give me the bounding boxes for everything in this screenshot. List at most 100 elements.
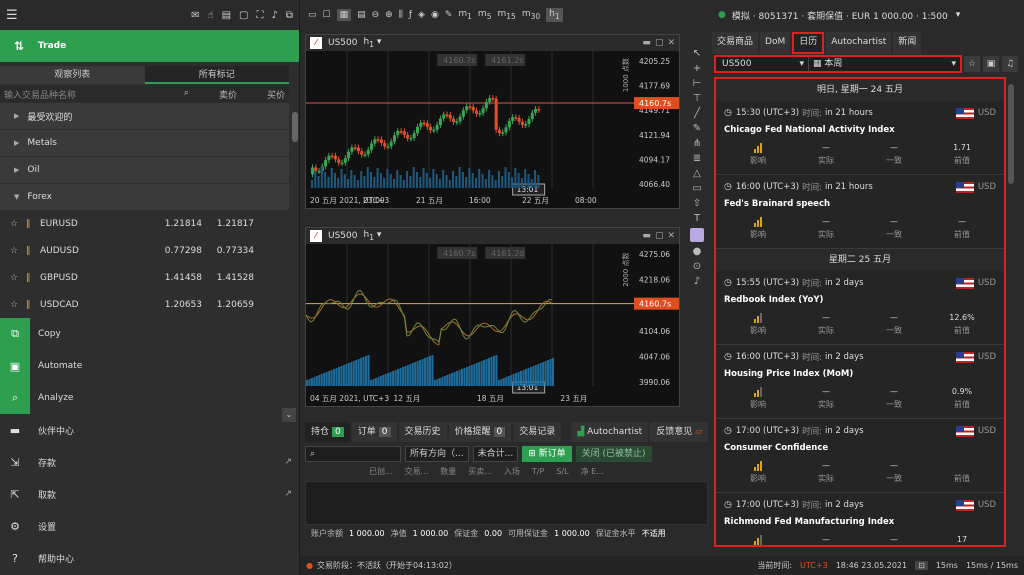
fib-icon[interactable]: ≣: [693, 153, 701, 164]
pitchfork-icon[interactable]: ⋔: [693, 138, 701, 149]
autochartist-button[interactable]: ▟ Autochartist: [571, 422, 649, 442]
chart-window-1[interactable]: ⁄ US500 h1 ▾ ▬ ▢ ✕ 4205.25 4177.69 4149.71 41…: [305, 34, 680, 209]
bell-icon[interactable]: ♪: [694, 276, 700, 287]
tab-news[interactable]: 新闻: [893, 32, 922, 54]
rectangle-icon[interactable]: ▭: [692, 183, 701, 194]
account-info[interactable]: 模拟 · 8051371 · 套期保值 · EUR 1 000.00 · 1:5…: [732, 9, 948, 22]
close-all-button[interactable]: 关闭 (已被禁止): [575, 446, 652, 462]
mail-icon[interactable]: ✉: [191, 10, 199, 21]
symbol-search-input[interactable]: 输入交易品种名称: [4, 88, 76, 101]
nav-item[interactable]: ▬ 伙伴中心: [0, 414, 300, 446]
bag-icon[interactable]: ▤: [222, 10, 231, 21]
price-chart-2[interactable]: 4275.064218.064161.064104.064047.063990.…: [306, 244, 679, 406]
tab-orders[interactable]: 订单 0: [351, 422, 397, 442]
period-filter-select[interactable]: ▦ 本周 ▾: [808, 57, 960, 71]
bid-price[interactable]: 0.77298: [150, 246, 202, 256]
column-header[interactable]: T/P: [532, 467, 544, 476]
category-popular[interactable]: ▶ 最受欢迎的: [0, 103, 289, 129]
candles-icon[interactable]: ⫼: [399, 10, 403, 20]
star-icon[interactable]: ☆: [10, 246, 26, 256]
timeframe-m1[interactable]: m1: [458, 9, 472, 21]
vertical-line-icon[interactable]: ⊤: [693, 93, 702, 104]
tab-instruments[interactable]: 交易商品: [712, 32, 759, 54]
nav-item[interactable]: ⚙ 设置: [0, 510, 300, 542]
menu-icon[interactable]: ☰: [6, 8, 18, 23]
trade-section[interactable]: ⇅ Trade: [0, 30, 299, 62]
nav-item[interactable]: ⌕ Analyze: [0, 382, 300, 414]
tab-calendar[interactable]: 日历: [792, 32, 825, 54]
crosshair-icon[interactable]: +: [693, 63, 701, 74]
bell-icon[interactable]: ♫: [1002, 56, 1018, 72]
star-icon[interactable]: ☆: [10, 219, 26, 229]
ask-price[interactable]: 1.21817: [202, 219, 254, 229]
calendar-event[interactable]: ◷ 15:55 (UTC+3) 时间: in 2 days USD Redbook Ind…: [716, 271, 1004, 345]
chart-window-2[interactable]: ⁄ US500 h1 ▾ ▬▢✕ 4275.064218.064161.0641…: [305, 227, 680, 407]
star-icon[interactable]: ☆: [10, 273, 26, 283]
star-icon[interactable]: ☆: [10, 300, 26, 310]
minimize-icon[interactable]: ▬: [642, 231, 651, 241]
zoom-in-icon[interactable]: ⊕: [385, 10, 393, 20]
tab-autochartist[interactable]: Autochartist: [826, 32, 892, 54]
grid-view-icon[interactable]: ▦: [336, 9, 352, 21]
new-order-button[interactable]: ⊞ 新订单: [522, 446, 572, 462]
column-header[interactable]: 净 E...: [581, 466, 604, 477]
camera-icon[interactable]: ⊙: [693, 261, 701, 272]
horizontal-line-icon[interactable]: ⊢: [693, 78, 702, 89]
timeframe-h1[interactable]: h1: [546, 8, 563, 22]
star-icon[interactable]: ☆: [964, 56, 980, 72]
unsettled-select[interactable]: 未合计...: [472, 446, 519, 462]
nav-item[interactable]: ? 帮助中心: [0, 542, 300, 574]
category-oil[interactable]: ▶ Oil: [0, 157, 289, 183]
nav-item[interactable]: ⇲ 存款 ↗: [0, 446, 300, 478]
ask-price[interactable]: 1.41528: [202, 273, 254, 283]
speaker-icon[interactable]: ♪: [271, 10, 277, 21]
drawing-icon[interactable]: ✎: [445, 10, 453, 20]
nav-item[interactable]: ⧉ Copy: [0, 318, 300, 350]
pencil-icon[interactable]: ✎: [693, 123, 701, 134]
bid-price[interactable]: 1.20653: [150, 300, 202, 310]
arrow-up-icon[interactable]: ⇧: [693, 198, 701, 209]
category-metals[interactable]: ▶ Metals: [0, 130, 289, 156]
symbol-row[interactable]: ☆ ‖ GBPUSD 1.41458 1.41528: [0, 264, 289, 291]
color-swatch[interactable]: [690, 228, 704, 242]
tile-view-icon[interactable]: ▤: [357, 10, 366, 20]
shape-icon[interactable]: △: [693, 168, 701, 179]
symbol-row[interactable]: ☆ ‖ USDCAD 1.20653 1.20659: [0, 291, 289, 318]
calendar-event[interactable]: ◷ 17:00 (UTC+3) 时间: in 2 days USD Richmond Fe…: [716, 493, 1004, 545]
search-icon[interactable]: ⌕: [184, 88, 189, 101]
column-header[interactable]: 入场: [504, 466, 520, 477]
hand-icon[interactable]: ☝: [207, 10, 213, 21]
text-icon[interactable]: T: [694, 213, 700, 224]
indicator-icon[interactable]: ƒ: [409, 10, 412, 20]
timeframe-m15[interactable]: m15: [497, 9, 515, 21]
calendar-event[interactable]: ◷ 17:00 (UTC+3) 时间: in 2 days USD Consumer Co…: [716, 419, 1004, 493]
watchlist-scrollbar[interactable]: [292, 112, 298, 142]
nav-item[interactable]: ⇱ 取款 ↗: [0, 478, 300, 510]
feedback-button[interactable]: 反馈意见 ▱: [650, 422, 708, 442]
eye-icon[interactable]: ◉: [431, 10, 439, 20]
fullscreen-icon[interactable]: ⛶: [256, 10, 263, 21]
column-header[interactable]: 交易...: [405, 466, 429, 477]
ask-price[interactable]: 1.20659: [202, 300, 254, 310]
tab-watchlist[interactable]: 观察列表: [0, 66, 145, 84]
cursor-icon[interactable]: ↖: [693, 48, 701, 59]
tab-history[interactable]: 交易历史: [398, 422, 447, 442]
close-icon[interactable]: ✕: [667, 231, 675, 241]
maximize-icon[interactable]: ▢: [655, 231, 664, 241]
column-header[interactable]: S/L: [556, 467, 568, 476]
tab-price-alerts[interactable]: 价格提醒 0: [448, 422, 512, 442]
layers-icon[interactable]: ◈: [418, 10, 425, 20]
tab-positions[interactable]: 持仓 0: [305, 422, 350, 442]
single-view-icon[interactable]: ☐: [323, 10, 331, 20]
category-forex[interactable]: ▼ Forex: [0, 184, 289, 210]
column-header[interactable]: 数量: [440, 466, 456, 477]
close-icon[interactable]: ✕: [667, 38, 675, 48]
chevron-down-icon[interactable]: ▾: [956, 10, 961, 20]
calendar-event[interactable]: ◷ 16:00 (UTC+3) 时间: in 21 hours USD Fed's Bra…: [716, 175, 1004, 249]
ask-price[interactable]: 0.77334: [202, 246, 254, 256]
chart-symbol[interactable]: US500: [328, 38, 357, 48]
tab-journal[interactable]: 交易记录: [513, 422, 562, 442]
zoom-out-icon[interactable]: ⊖: [372, 10, 380, 20]
calendar-scrollbar[interactable]: [1008, 84, 1014, 184]
image-icon[interactable]: ▣: [983, 56, 999, 72]
